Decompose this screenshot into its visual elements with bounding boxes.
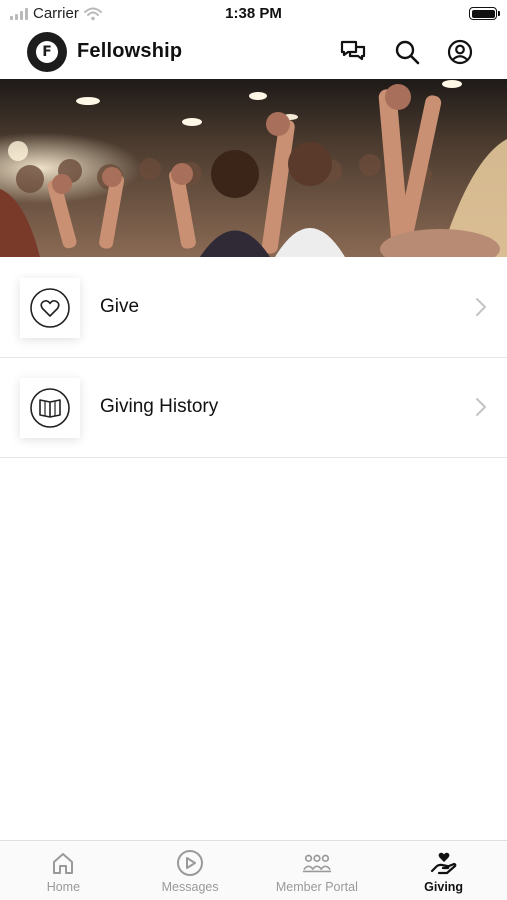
tab-label: Home xyxy=(46,880,81,894)
chevron-right-icon xyxy=(476,398,486,416)
menu-item-giving-history[interactable]: Giving History xyxy=(0,358,507,458)
heart-icon xyxy=(30,288,70,328)
profile-icon[interactable] xyxy=(446,38,474,66)
book-icon xyxy=(30,388,70,428)
chevron-right-icon xyxy=(476,298,486,316)
people-icon xyxy=(302,849,332,877)
giving-hand-icon xyxy=(429,849,459,877)
giving-menu: Give Giving History xyxy=(0,258,507,458)
status-time: 1:38 PM xyxy=(225,5,282,22)
chat-icon[interactable] xyxy=(339,38,367,66)
app-title: Fellowship xyxy=(77,40,183,62)
giving-history-thumbnail xyxy=(20,378,80,438)
menu-item-label: Giving History xyxy=(100,396,219,417)
tab-bar: Home Messages Member Portal Giving xyxy=(0,840,507,900)
menu-item-label: Give xyxy=(100,296,140,317)
play-icon xyxy=(175,849,205,877)
give-thumbnail xyxy=(20,278,80,338)
menu-item-give[interactable]: Give xyxy=(0,258,507,358)
tab-member-portal[interactable]: Member Portal xyxy=(254,841,381,900)
tab-label: Messages xyxy=(161,880,219,894)
tab-messages[interactable]: Messages xyxy=(127,841,254,900)
battery-icon xyxy=(469,7,500,20)
search-icon[interactable] xyxy=(393,38,421,66)
app-header: F Fellowship xyxy=(0,28,507,78)
app-logo[interactable]: F xyxy=(27,32,67,72)
tab-giving[interactable]: Giving xyxy=(380,841,507,900)
status-bar: Carrier 1:38 PM xyxy=(0,0,507,28)
tab-label: Giving xyxy=(424,880,464,894)
home-icon xyxy=(48,849,78,877)
tab-label: Member Portal xyxy=(275,880,358,894)
logo-letter: F xyxy=(36,41,58,63)
hero-image xyxy=(0,79,507,257)
tab-home[interactable]: Home xyxy=(0,841,127,900)
